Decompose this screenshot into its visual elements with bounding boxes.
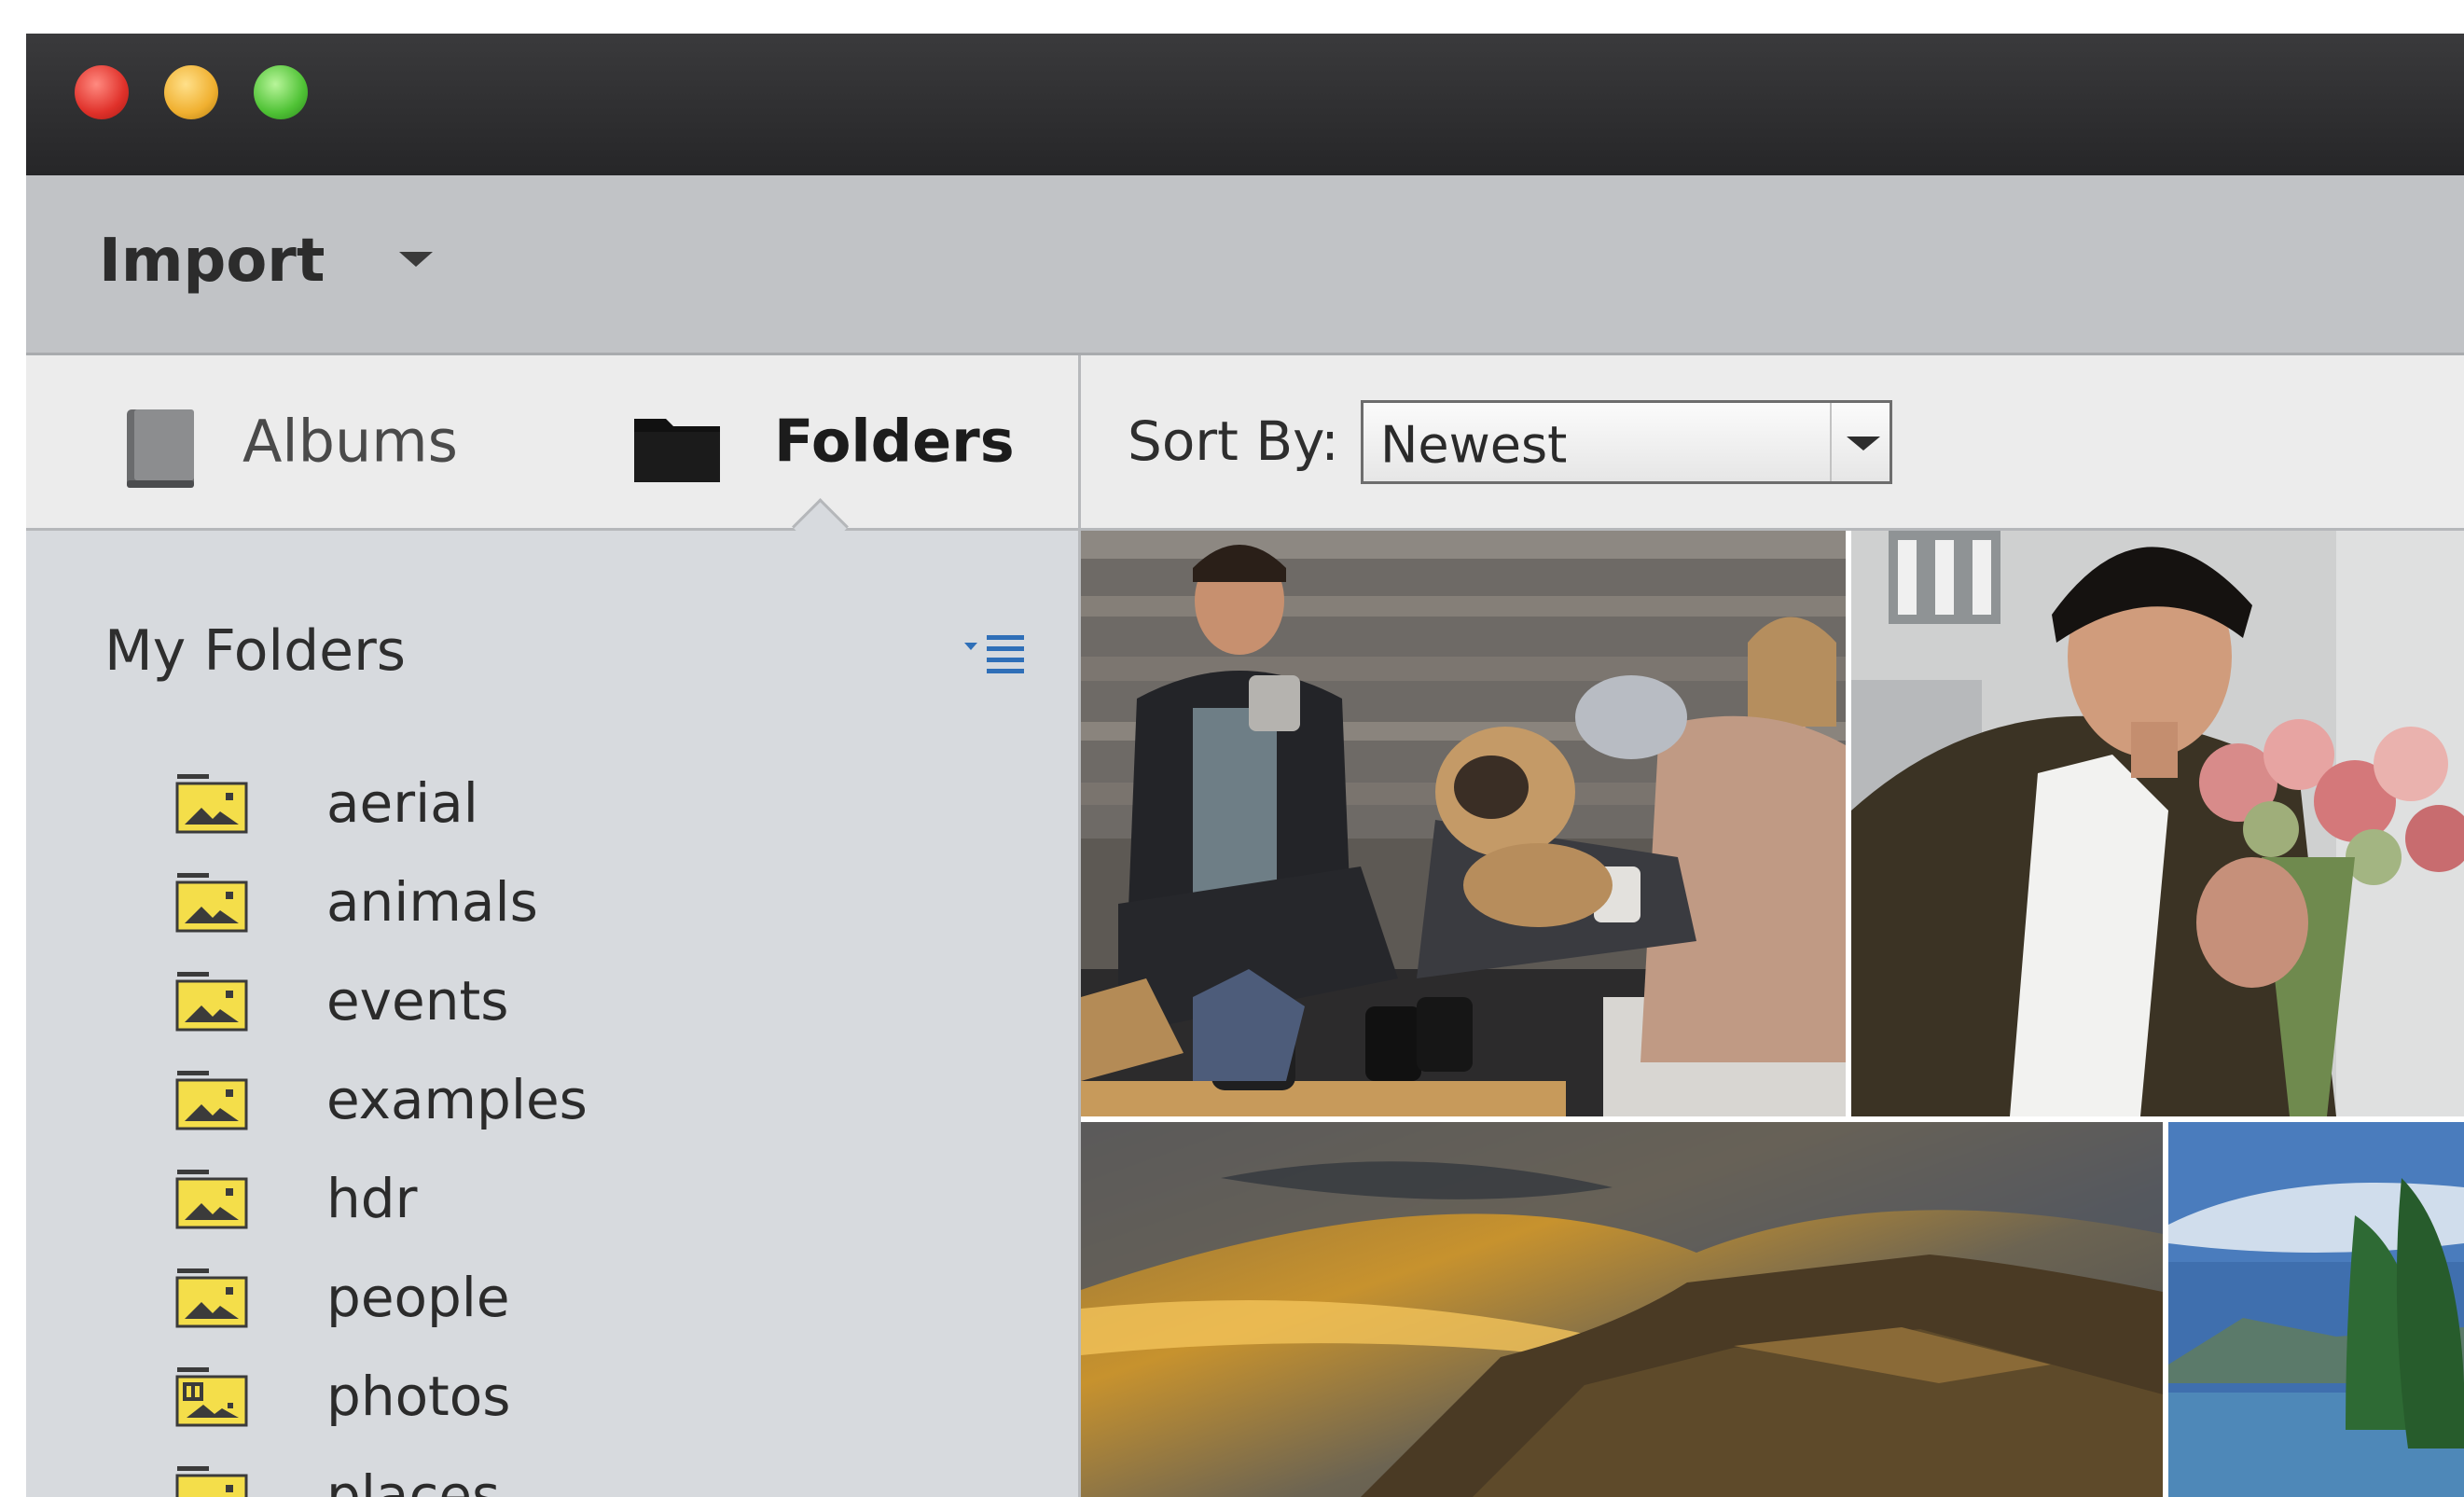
photo-thumbnail-sunset[interactable]	[1081, 1122, 2163, 1497]
folder-item-hdr[interactable]: hdr	[175, 1157, 921, 1241]
image-folder-icon	[175, 774, 248, 834]
folder-label: photos	[326, 1365, 511, 1428]
chevron-down-icon[interactable]	[399, 252, 433, 267]
image-folder-icon	[175, 1466, 248, 1497]
tab-albums-label: Albums	[242, 407, 458, 476]
image-folder-icon	[175, 1071, 248, 1130]
sort-by-label: Sort By:	[1128, 409, 1339, 473]
section-title: My Folders	[104, 618, 407, 684]
zoom-window-button[interactable]	[254, 65, 308, 119]
title-bar	[26, 34, 2464, 175]
image-folder-icon	[175, 1268, 248, 1328]
folder-label: animals	[326, 870, 538, 934]
dropdown-divider	[1830, 403, 1832, 481]
folder-item-examples[interactable]: examples	[175, 1058, 921, 1142]
folder-item-animals[interactable]: animals	[175, 860, 921, 944]
app-window: Import Albums Folders My Folders aerial …	[26, 34, 2464, 1497]
sort-dropdown-value: Newest	[1380, 415, 1568, 475]
sort-dropdown[interactable]: Newest	[1361, 400, 1892, 484]
album-book-icon	[127, 409, 194, 488]
folder-item-events[interactable]: events	[175, 959, 921, 1043]
folder-item-places[interactable]: places	[175, 1453, 921, 1497]
sidebar: Albums Folders My Folders aerial animals…	[26, 355, 1081, 1497]
folder-label: events	[326, 969, 509, 1033]
minimize-window-button[interactable]	[164, 65, 218, 119]
folder-icon	[634, 419, 720, 482]
folder-label: places	[326, 1463, 501, 1497]
folder-label: people	[326, 1266, 510, 1329]
managed-image-folder-icon	[175, 1367, 248, 1427]
image-folder-icon	[175, 873, 248, 933]
import-button[interactable]: Import	[99, 227, 325, 296]
sort-list-icon[interactable]	[962, 626, 1028, 678]
image-folder-icon	[175, 1170, 248, 1229]
folder-item-photos[interactable]: photos	[175, 1354, 921, 1438]
folder-label: examples	[326, 1068, 588, 1131]
sidebar-tabs: Albums Folders	[26, 355, 1078, 531]
folder-label: hdr	[326, 1167, 418, 1230]
folder-label: aerial	[326, 771, 478, 835]
image-folder-icon	[175, 972, 248, 1032]
close-window-button[interactable]	[75, 65, 129, 119]
photo-grid	[1081, 531, 2464, 1497]
photo-thumbnail-flowers[interactable]	[1851, 531, 2464, 1116]
photo-thumbnail-lake[interactable]	[2168, 1122, 2464, 1497]
content-area: Sort By: Newest	[1081, 355, 2464, 1497]
photo-thumbnail-couple[interactable]	[1081, 531, 1846, 1116]
tab-folders-label: Folders	[774, 407, 1015, 476]
folder-item-aerial[interactable]: aerial	[175, 761, 921, 845]
folder-item-people[interactable]: people	[175, 1255, 921, 1339]
chevron-down-icon	[1847, 437, 1880, 450]
toolbar: Import	[26, 175, 2464, 355]
sort-bar: Sort By: Newest	[1081, 355, 2464, 531]
tab-albums[interactable]: Albums	[91, 355, 520, 528]
